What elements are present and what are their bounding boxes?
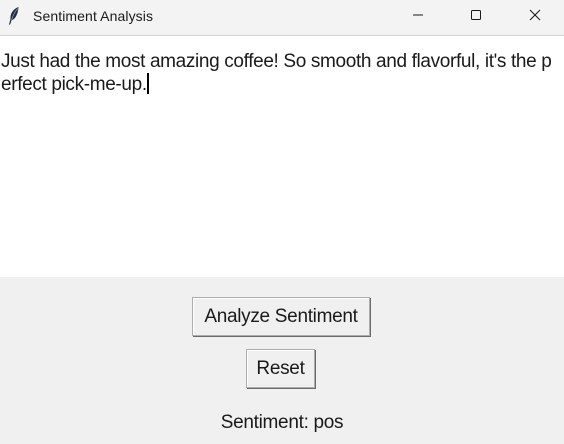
text-cursor — [146, 73, 149, 94]
text-content: Just had the most amazing coffee! So smo… — [1, 51, 561, 96]
close-icon — [529, 8, 541, 26]
reset-button[interactable]: Reset — [246, 349, 315, 388]
sentiment-result-label: Sentiment: pos — [220, 412, 344, 433]
maximize-icon — [470, 8, 482, 26]
text-input-area[interactable]: Just had the most amazing coffee! So smo… — [0, 35, 564, 277]
input-text: Just had the most amazing coffee! So smo… — [1, 51, 552, 95]
maximize-button[interactable] — [453, 0, 499, 33]
minimize-icon — [412, 8, 424, 26]
feather-icon — [7, 6, 21, 26]
window-title: Sentiment Analysis — [33, 8, 154, 24]
title-bar[interactable]: Sentiment Analysis — [0, 0, 564, 33]
close-button[interactable] — [512, 0, 558, 33]
analyze-sentiment-button[interactable]: Analyze Sentiment — [192, 297, 370, 336]
app-window: Sentiment Analysis Just had the most ama… — [0, 0, 564, 444]
minimize-button[interactable] — [395, 0, 441, 33]
